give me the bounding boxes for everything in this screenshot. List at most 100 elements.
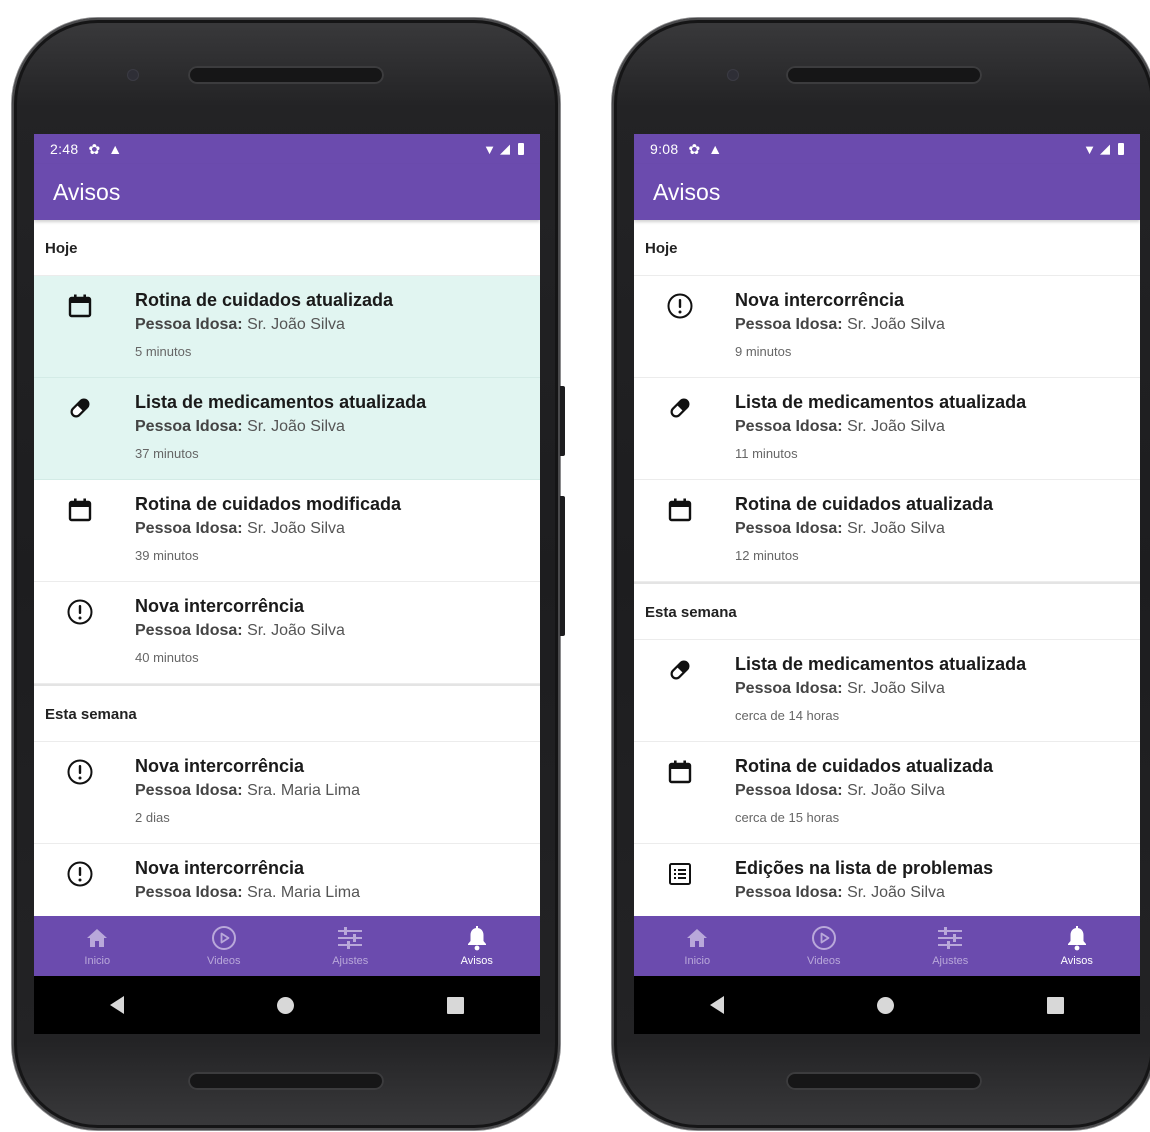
notification-subtitle: Pessoa Idosa: Sr. João Silva [135,622,345,640]
signal-icon: ◢ [1100,141,1110,156]
notifications-list[interactable]: Hoje Rotina de cuidados atualizada Pessoa … [34,220,540,916]
phone-screen: 9:08 ✿ ▲ ▼ ◢ Avisos Hoje Nova intercorrên… [634,134,1140,1034]
nav-item-avisos[interactable]: Avisos [1014,925,1141,967]
notification-title: Edições na lista de problemas [735,858,994,878]
alert-circle-icon [66,758,94,786]
front-camera [128,70,138,80]
person-name: Sr. João Silva [847,316,945,333]
settings-gear-icon: ✿ [88,140,101,157]
notification-time: 39 minutos [135,548,199,563]
nav-item-avisos[interactable]: Avisos [414,925,541,967]
person-name: Sr. João Silva [847,680,945,697]
notification-item[interactable]: Nova intercorrência Pessoa Idosa: Sr. Joã… [634,276,1140,378]
nav-label: Videos [807,955,841,967]
system-navigation-bar [34,976,540,1034]
nav-item-ajustes[interactable]: Ajustes [887,925,1014,967]
alert-circle-icon [666,292,694,320]
notification-item[interactable]: Rotina de cuidados modificada Pessoa Idos… [34,480,540,582]
person-name: Sr. João Silva [247,622,345,639]
app-bar: Avisos [634,164,1140,220]
notification-item[interactable]: Rotina de cuidados atualizada Pessoa Idos… [634,742,1140,844]
bell-icon [1065,925,1089,951]
notification-item[interactable]: Rotina de cuidados atualizada Pessoa Idos… [634,480,1140,582]
notification-subtitle: Pessoa Idosa: Sr. João Silva [735,782,945,800]
top-speaker [786,66,982,84]
person-name: Sra. Maria Lima [247,884,360,901]
notification-title: Lista de medicamentos atualizada [735,654,1027,674]
notification-subtitle: Pessoa Idosa: Sr. João Silva [735,316,945,334]
notification-time: 9 minutos [735,344,792,359]
status-time: 2:48 [50,141,79,157]
nav-label: Inicio [84,955,111,967]
notification-subtitle: Pessoa Idosa: Sr. João Silva [135,520,345,538]
notification-time: cerca de 14 horas [735,708,840,723]
person-name: Sr. João Silva [847,520,945,537]
notification-item[interactable]: Lista de medicamentos atualizada Pessoa I… [634,378,1140,480]
status-bar: 9:08 ✿ ▲ ▼ ◢ [634,134,1140,164]
notification-time: 40 minutos [135,650,199,665]
recent-apps-icon[interactable] [446,996,464,1014]
power-button[interactable] [560,496,565,636]
warning-icon: ▲ [108,141,123,157]
person-name: Sr. João Silva [847,782,945,799]
home-circle-icon[interactable] [276,996,294,1014]
recent-apps-icon[interactable] [1046,996,1064,1014]
notification-time: 11 minutos [735,446,798,461]
notifications-list[interactable]: Hoje Nova intercorrência Pessoa Idosa: Sr.… [634,220,1140,916]
notification-subtitle: Pessoa Idosa: Sr. João Silva [735,884,945,902]
notification-subtitle: Pessoa Idosa: Sr. João Silva [735,520,945,538]
nav-label: Ajustes [932,955,969,967]
notification-item[interactable]: Edições na lista de problemas Pessoa Idos… [634,844,1140,916]
notification-item[interactable]: Rotina de cuidados atualizada Pessoa Idos… [34,276,540,378]
section-header: Hoje [34,220,540,276]
alert-circle-icon [66,598,94,626]
bottom-speaker [188,1072,384,1090]
settings-gear-icon: ✿ [688,140,701,157]
notification-subtitle: Pessoa Idosa: Sra. Maria Lima [135,884,360,902]
nav-label: Videos [207,955,241,967]
notification-title: Nova intercorrência [135,858,305,878]
volume-button[interactable] [560,386,565,456]
notification-item[interactable]: Nova intercorrência Pessoa Idosa: Sr. Joã… [34,582,540,684]
notification-item[interactable]: Lista de medicamentos atualizada Pessoa I… [634,640,1140,742]
notification-item[interactable]: Nova intercorrência Pessoa Idosa: Sra. Ma… [34,844,540,916]
calendar-icon [666,496,694,524]
person-name: Sra. Maria Lima [247,782,360,799]
notification-time: cerca de 15 horas [735,810,840,825]
notification-title: Lista de medicamentos atualizada [135,392,427,412]
notification-item[interactable]: Lista de medicamentos atualizada Pessoa I… [34,378,540,480]
nav-item-ajustes[interactable]: Ajustes [287,925,414,967]
phone-screen: 2:48 ✿ ▲ ▼ ◢ Avisos Hoje Rotina de cuidad… [34,134,540,1034]
section-header: Hoje [634,220,1140,276]
person-name: Sr. João Silva [247,418,345,435]
notification-subtitle: Pessoa Idosa: Sr. João Silva [735,418,945,436]
back-icon[interactable] [110,996,125,1014]
notification-title: Nova intercorrência [735,290,905,310]
notification-title: Lista de medicamentos atualizada [735,392,1027,412]
page-title: Avisos [653,178,721,205]
top-speaker [188,66,384,84]
calendar-icon [66,496,94,524]
section-header: Esta semana [634,582,1140,640]
notification-subtitle: Pessoa Idosa: Sr. João Silva [735,680,945,698]
play-circle-icon [811,925,837,951]
person-name: Sr. João Silva [847,884,945,901]
person-name: Sr. João Silva [247,520,345,537]
notification-title: Rotina de cuidados atualizada [135,290,394,310]
notification-title: Rotina de cuidados atualizada [735,494,994,514]
status-bar: 2:48 ✿ ▲ ▼ ◢ [34,134,540,164]
person-label: Pessoa Idosa: [735,520,843,537]
notification-item[interactable]: Nova intercorrência Pessoa Idosa: Sra. Ma… [34,742,540,844]
home-circle-icon[interactable] [876,996,894,1014]
pill-icon [666,394,694,422]
notification-time: 5 minutos [135,344,192,359]
nav-item-videos[interactable]: Videos [761,925,888,967]
nav-item-inicio[interactable]: Inicio [34,925,161,967]
nav-item-inicio[interactable]: Inicio [634,925,761,967]
alert-circle-icon [66,860,94,888]
nav-label: Inicio [684,955,711,967]
back-icon[interactable] [710,996,725,1014]
notification-subtitle: Pessoa Idosa: Sra. Maria Lima [135,782,360,800]
person-label: Pessoa Idosa: [135,418,243,435]
nav-item-videos[interactable]: Videos [161,925,288,967]
